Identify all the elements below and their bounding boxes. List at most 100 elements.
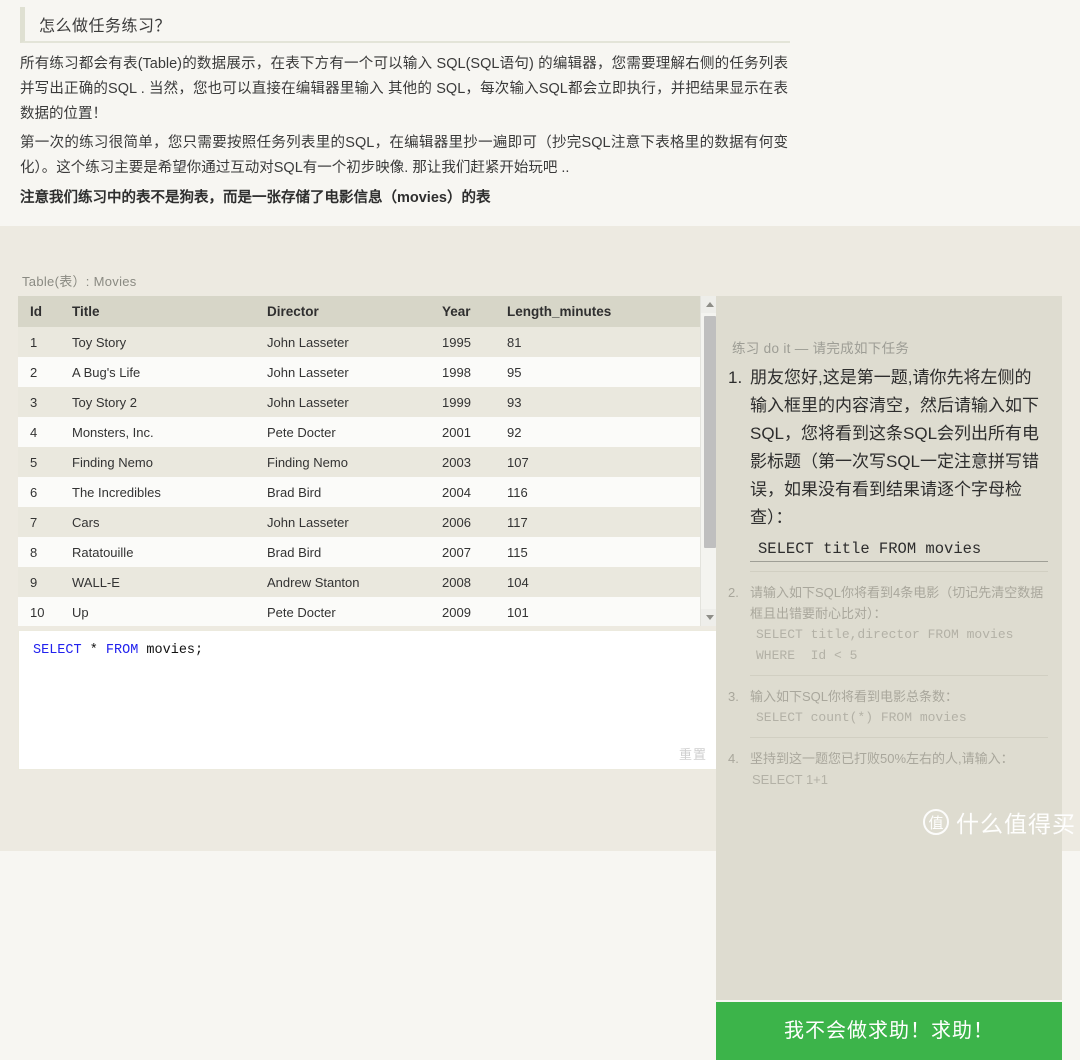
workspace: Table(表）: Movies Id Title Director Year … xyxy=(0,226,1080,1060)
task-sql-snippet: SELECT title FROM movies xyxy=(750,536,1048,562)
task-list: 1. 朋友您好,这是第一题,请你先将左侧的输入框里的内容清空，然后请输入如下SQL… xyxy=(716,364,1062,809)
task-text: 请输入如下SQL你将看到4条电影（切记先清空数据框且出错要耐心比对）： xyxy=(750,585,1044,621)
cell-title: The Incredibles xyxy=(72,484,161,500)
column-header-title[interactable]: Title xyxy=(60,296,255,327)
cell-length: 107 xyxy=(507,454,529,470)
intro-region: 怎么做任务练习？ 所有练习都会有表(Table)的数据展示，在表下方有一个可以输… xyxy=(0,0,1080,226)
table-row: 4 Monsters, Inc. Pete Docter 2001 92 xyxy=(18,417,706,447)
intro-paragraph-1: 所有练习都会有表(Table)的数据展示，在表下方有一个可以输入 SQL(SQL… xyxy=(20,56,788,122)
task-number: 2. xyxy=(728,585,739,600)
cell-title: Up xyxy=(72,604,89,620)
table-row: 8 Ratatouille Brad Bird 2007 115 xyxy=(18,537,706,567)
cell-year: 1998 xyxy=(442,364,471,380)
scrollbar-thumb[interactable] xyxy=(704,316,716,548)
cell-director: Andrew Stanton xyxy=(267,574,360,590)
task-text: 坚持到这一题您已打败50%左右的人,请输入： xyxy=(750,751,1014,766)
cell-year: 2001 xyxy=(442,424,471,440)
cell-director: John Lasseter xyxy=(267,334,349,350)
cell-title: Cars xyxy=(72,514,100,530)
intro-paragraph-2: 第一次的练习很简单，您只需要按照任务列表里的SQL，在编辑器里抄一遍即可（抄完S… xyxy=(20,135,788,176)
cell-year: 1995 xyxy=(442,334,471,350)
task-panel: 练习 do it — 请完成如下任务 1. 朋友您好,这是第一题,请你先将左侧的输… xyxy=(716,296,1062,1000)
cell-length: 116 xyxy=(507,484,528,500)
cell-year: 2004 xyxy=(442,484,471,500)
cell-title: Ratatouille xyxy=(72,544,134,560)
cell-length: 117 xyxy=(507,514,528,530)
sql-keyword-from: FROM xyxy=(105,643,139,658)
cell-director: John Lasseter xyxy=(267,364,349,380)
cell-length: 104 xyxy=(507,574,529,590)
cell-title: A Bug's Life xyxy=(72,364,141,380)
help-button[interactable]: 我不会做求助！求助！ xyxy=(716,1002,1062,1060)
reset-button[interactable]: 重置 xyxy=(679,744,707,763)
cell-length: 115 xyxy=(507,544,528,560)
sql-editor[interactable]: SELECT * FROM movies; 重置 xyxy=(18,630,718,770)
table-row: 10 Up Pete Docter 2009 101 xyxy=(18,597,706,626)
results-table-panel: Id Title Director Year Length_minutes 1 T… xyxy=(18,296,718,626)
page-title: 怎么做任务练习？ xyxy=(20,7,790,43)
page-title-text: 怎么做任务练习？ xyxy=(39,18,172,35)
cell-director: Pete Docter xyxy=(267,424,336,440)
task-panel-heading: 练习 do it — 请完成如下任务 xyxy=(732,341,910,356)
cell-id: 8 xyxy=(30,544,38,560)
task-item-1: 1. 朋友您好,这是第一题,请你先将左侧的输入框里的内容清空，然后请输入如下SQL… xyxy=(728,364,1048,572)
task-number: 3. xyxy=(728,689,739,704)
cell-year: 2003 xyxy=(442,454,471,470)
table-caption: Table(表）: Movies xyxy=(22,274,137,289)
cell-director: John Lasseter xyxy=(267,394,349,410)
cell-title: Toy Story 2 xyxy=(72,394,138,410)
table-row: 9 WALL-E Andrew Stanton 2008 104 xyxy=(18,567,706,597)
cell-director: John Lasseter xyxy=(267,514,349,530)
cell-year: 2008 xyxy=(442,574,471,590)
cell-director: Finding Nemo xyxy=(267,454,348,470)
cell-director: Pete Docter xyxy=(267,604,336,620)
column-header-director[interactable]: Director xyxy=(255,296,430,327)
cell-id: 3 xyxy=(30,394,38,410)
table-row: 2 A Bug's Life John Lasseter 1998 95 xyxy=(18,357,706,387)
cell-director: Brad Bird xyxy=(267,544,322,560)
sql-keyword-select: SELECT xyxy=(33,643,82,658)
intro-note: 注意我们练习中的表不是狗表，而是一张存储了电影信息（movies）的表 xyxy=(20,190,491,206)
cell-length: 95 xyxy=(507,364,522,380)
cell-length: 93 xyxy=(507,394,522,410)
cell-length: 92 xyxy=(507,424,522,440)
cell-title: WALL-E xyxy=(72,574,120,590)
cell-id: 10 xyxy=(30,604,45,620)
column-header-year[interactable]: Year xyxy=(430,296,495,327)
cell-id: 5 xyxy=(30,454,38,470)
task-item-4: 4. 坚持到这一题您已打败50%左右的人,请输入： SELECT 1+1 xyxy=(728,748,1048,799)
table-row: 5 Finding Nemo Finding Nemo 2003 107 xyxy=(18,447,706,477)
sql-table-name: movies; xyxy=(138,643,204,658)
table-row: 7 Cars John Lasseter 2006 117 xyxy=(18,507,706,537)
cell-id: 9 xyxy=(30,574,38,590)
cell-director: Brad Bird xyxy=(267,484,322,500)
column-header-id[interactable]: Id xyxy=(18,296,60,327)
task-text: 输入如下SQL你将看到电影总条数： xyxy=(750,689,959,704)
table-body: 1 Toy Story John Lasseter 1995 81 2 A Bug's Li… xyxy=(18,327,706,626)
task-number: 1. xyxy=(728,368,743,387)
cell-length: 81 xyxy=(507,334,522,350)
cell-year: 1999 xyxy=(442,394,471,410)
cell-year: 2009 xyxy=(442,604,471,620)
movies-table: Id Title Director Year Length_minutes 1 T… xyxy=(18,296,706,626)
task-number: 4. xyxy=(728,751,739,766)
task-text: 朋友您好,这是第一题,请你先将左侧的输入框里的内容清空，然后请输入如下SQL，您… xyxy=(750,368,1040,527)
table-header-row: Id Title Director Year Length_minutes xyxy=(18,296,706,327)
cell-id: 2 xyxy=(30,364,38,380)
table-row: 1 Toy Story John Lasseter 1995 81 xyxy=(18,327,706,357)
cell-length: 101 xyxy=(507,604,529,620)
cell-title: Monsters, Inc. xyxy=(72,424,154,440)
cell-id: 7 xyxy=(30,514,38,530)
task-item-2: 2. 请输入如下SQL你将看到4条电影（切记先清空数据框且出错要耐心比对）： SEL… xyxy=(728,582,1048,676)
sql-editor-content[interactable]: SELECT * FROM movies; xyxy=(33,643,203,658)
cell-id: 6 xyxy=(30,484,38,500)
cell-year: 2007 xyxy=(442,544,471,560)
cell-title: Toy Story xyxy=(72,334,127,350)
task-sql-snippet: SELECT 1+1 xyxy=(752,772,829,787)
task-sql-snippet: SELECT count(*) FROM movies xyxy=(756,710,967,725)
task-sql-snippet: SELECT title,director FROM movies WHERE … xyxy=(756,627,1014,663)
cell-title: Finding Nemo xyxy=(72,454,153,470)
cell-id: 4 xyxy=(30,424,38,440)
table-row: 3 Toy Story 2 John Lasseter 1999 93 xyxy=(18,387,706,417)
column-header-length[interactable]: Length_minutes xyxy=(495,296,706,327)
